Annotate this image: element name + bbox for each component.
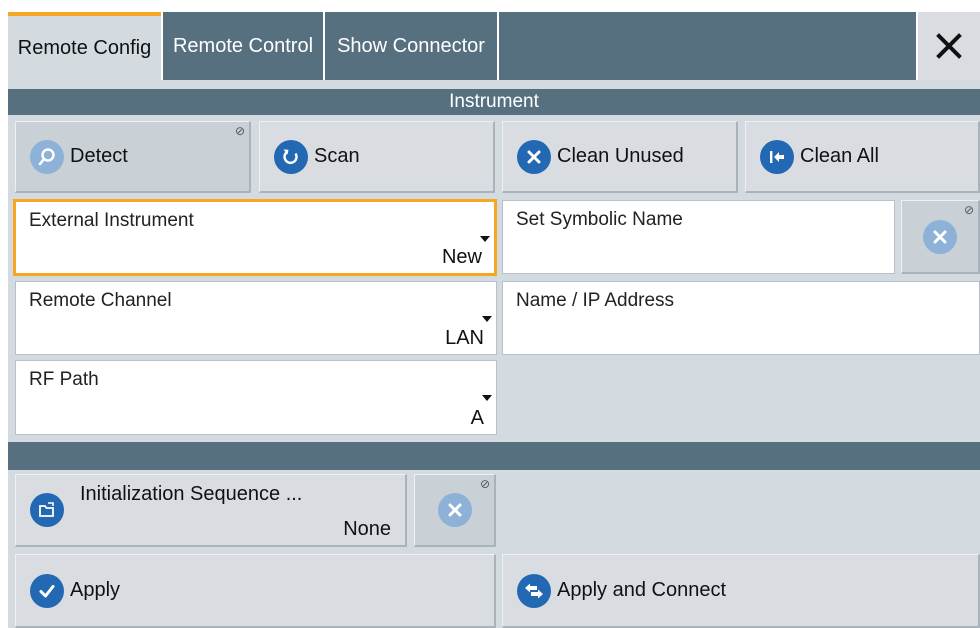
clean-unused-label: Clean Unused <box>557 145 684 167</box>
tab-label: Remote Control <box>172 34 314 57</box>
dropdown-arrow-icon <box>482 316 492 322</box>
instrument-section-header: Instrument <box>8 89 980 115</box>
ip-address-field[interactable]: Name / IP Address <box>502 281 980 355</box>
tab-show-connector[interactable]: Show Connector <box>325 12 497 80</box>
clear-x-icon <box>923 219 957 254</box>
scan-label: Scan <box>314 145 360 167</box>
section-divider <box>8 442 980 470</box>
remote-channel-field[interactable]: Remote Channel LAN <box>15 281 497 355</box>
checkmark-icon <box>30 573 64 608</box>
init-sequence-value: None <box>343 518 391 540</box>
clean-all-button[interactable]: Clean All <box>745 121 980 193</box>
tab-remote-control[interactable]: Remote Control <box>163 12 323 80</box>
ip-address-label: Name / IP Address <box>516 290 675 311</box>
open-folder-icon <box>30 493 64 527</box>
rf-path-field[interactable]: RF Path A <box>15 360 497 435</box>
clear-init-sequence-button[interactable]: ⊘ <box>414 474 496 547</box>
rf-path-value: A <box>470 407 484 429</box>
remote-channel-value: LAN <box>445 327 484 349</box>
symbolic-name-label: Set Symbolic Name <box>516 209 683 230</box>
dropdown-arrow-icon <box>480 236 490 242</box>
close-x-icon <box>936 33 962 59</box>
clear-all-icon <box>760 139 794 174</box>
tab-label: Show Connector <box>337 34 485 57</box>
reset-indicator-icon: ⊘ <box>479 477 490 491</box>
detect-label: Detect <box>70 145 128 167</box>
tab-remote-config[interactable]: Remote Config <box>8 12 161 80</box>
external-instrument-label: External Instrument <box>29 210 194 231</box>
external-instrument-field[interactable]: External Instrument New <box>13 199 497 276</box>
connect-arrows-icon <box>517 573 551 608</box>
refresh-icon <box>274 139 308 174</box>
tab-bar: Remote Config Remote Control Show Connec… <box>0 0 980 80</box>
apply-and-connect-label: Apply and Connect <box>557 579 727 601</box>
apply-label: Apply <box>70 579 121 601</box>
init-sequence-button[interactable]: Initialization Sequence ... None <box>15 474 407 547</box>
tab-bar-fill <box>499 12 916 80</box>
clean-all-label: Clean All <box>800 145 879 167</box>
clear-symbolic-name-button[interactable]: ⊘ <box>901 200 980 274</box>
clean-unused-button[interactable]: Clean Unused <box>502 121 738 193</box>
symbolic-name-field[interactable]: Set Symbolic Name <box>502 200 895 274</box>
detect-button[interactable]: Detect ⊘ <box>15 121 251 193</box>
init-sequence-label: Initialization Sequence ... <box>80 483 303 505</box>
reset-indicator-icon: ⊘ <box>963 203 974 217</box>
scan-button[interactable]: Scan <box>259 121 495 193</box>
section-title: Instrument <box>449 91 539 112</box>
remote-channel-label: Remote Channel <box>29 290 172 311</box>
external-instrument-value: New <box>441 246 482 268</box>
clear-x-icon <box>437 493 472 527</box>
tab-label: Remote Config <box>17 36 152 59</box>
search-icon <box>30 139 64 174</box>
clear-x-icon <box>517 139 551 174</box>
reset-indicator-icon: ⊘ <box>234 124 245 138</box>
apply-button[interactable]: Apply <box>15 554 496 628</box>
close-button[interactable] <box>918 12 980 80</box>
rf-path-label: RF Path <box>29 369 99 390</box>
dropdown-arrow-icon <box>482 395 492 401</box>
apply-and-connect-button[interactable]: Apply and Connect <box>502 554 980 628</box>
